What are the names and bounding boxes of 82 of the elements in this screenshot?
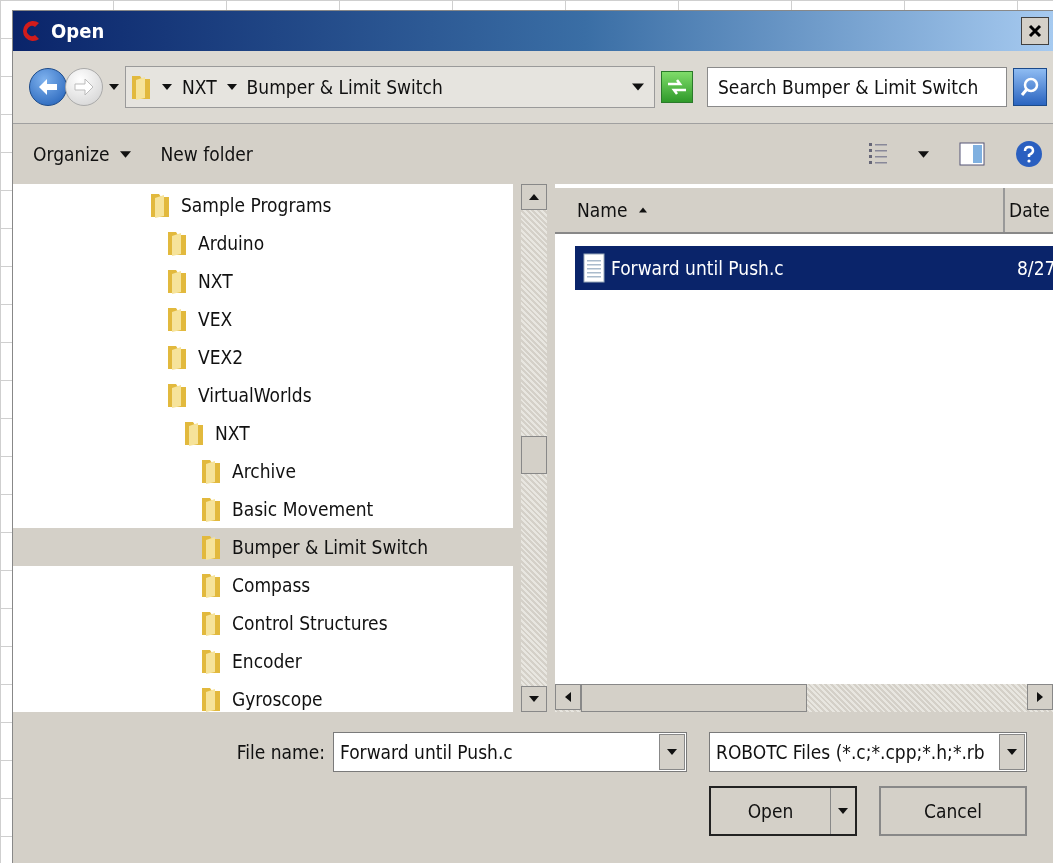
caret-icon: [1007, 747, 1017, 757]
tree-item[interactable]: Gyroscope: [13, 680, 513, 712]
history-button[interactable]: [109, 82, 119, 92]
caret-icon: [918, 148, 929, 160]
folder-icon: [149, 191, 171, 219]
caret-icon: [1035, 692, 1045, 702]
search-button[interactable]: [1013, 68, 1047, 106]
vertical-scrollbar[interactable]: [521, 184, 547, 712]
caret-icon: [119, 148, 131, 160]
tree-item[interactable]: VEX2: [13, 338, 513, 376]
tree-item[interactable]: Compass: [13, 566, 513, 604]
folder-icon: [200, 571, 222, 599]
tree-item[interactable]: Sample Programs: [13, 186, 513, 224]
scroll-thumb[interactable]: [521, 436, 547, 474]
caret-icon: [529, 694, 539, 704]
scroll-down-button[interactable]: [521, 686, 547, 712]
back-arrow-icon: [37, 77, 59, 97]
preview-pane-button[interactable]: [959, 142, 985, 166]
folder-icon: [166, 267, 188, 295]
file-name-label: File name:: [236, 741, 325, 763]
folder-icon: [200, 609, 222, 637]
caret-icon: [162, 82, 172, 92]
tree-item[interactable]: Basic Movement: [13, 490, 513, 528]
dropdown-button[interactable]: [999, 734, 1025, 770]
caret-icon: [632, 81, 644, 93]
toolbar-button[interactable]: New folder: [160, 139, 253, 169]
tree-item[interactable]: VirtualWorlds: [13, 376, 513, 414]
search-icon: [1019, 76, 1041, 98]
scroll-right-button[interactable]: [1027, 684, 1053, 710]
folder-icon: [200, 647, 222, 675]
address-bar[interactable]: NXT Bumper & Limit Switch: [125, 66, 655, 108]
scroll-up-button[interactable]: [521, 184, 547, 210]
close-icon: [1027, 23, 1043, 39]
column-header[interactable]: Date: [1005, 188, 1053, 232]
folder-icon: [200, 533, 222, 561]
document-icon: [583, 253, 605, 283]
scroll-left-button[interactable]: [555, 684, 581, 710]
tree-item[interactable]: Archive: [13, 452, 513, 490]
scroll-thumb[interactable]: [581, 684, 807, 712]
breadcrumb[interactable]: Bumper & Limit Switch: [246, 76, 443, 98]
column-header[interactable]: Name: [555, 188, 1005, 232]
help-button[interactable]: [1015, 140, 1043, 168]
caret-icon: [226, 82, 237, 92]
file-name-field[interactable]: Forward until Push.c: [333, 732, 687, 772]
caret-icon: [563, 692, 573, 702]
tree-item[interactable]: Bumper & Limit Switch: [13, 528, 513, 566]
open-button[interactable]: Open: [709, 786, 857, 836]
view-button[interactable]: [868, 142, 888, 166]
horizontal-scrollbar[interactable]: [555, 684, 1053, 712]
tree-item[interactable]: NXT: [13, 414, 513, 452]
tree-item[interactable]: NXT: [13, 262, 513, 300]
folder-icon: [200, 495, 222, 523]
folder-icon: [200, 685, 222, 712]
breadcrumb[interactable]: NXT: [182, 76, 217, 98]
close-button[interactable]: [1021, 17, 1049, 45]
caret-icon: [838, 806, 848, 816]
caret-icon: [109, 82, 119, 92]
tree-item[interactable]: Encoder: [13, 642, 513, 680]
tree-item[interactable]: Control Structures: [13, 604, 513, 642]
tree-item[interactable]: Arduino: [13, 224, 513, 262]
folder-icon: [200, 457, 222, 485]
refresh-icon: [666, 78, 688, 96]
caret-icon: [529, 192, 539, 202]
view-menu-button[interactable]: [918, 148, 929, 160]
folder-icon: [166, 381, 188, 409]
caret-icon: [639, 206, 648, 214]
search-field[interactable]: Search Bumper & Limit Switch: [707, 67, 1007, 107]
tree-item[interactable]: VEX: [13, 300, 513, 338]
forward-arrow-icon: [73, 77, 95, 97]
refresh-button[interactable]: [661, 71, 693, 103]
window-title: Open: [51, 19, 106, 43]
organize-menu[interactable]: Organize: [33, 139, 131, 169]
cancel-button[interactable]: Cancel: [879, 786, 1027, 836]
folder-icon: [166, 229, 188, 257]
dropdown-button[interactable]: [659, 734, 685, 770]
file-type-dropdown[interactable]: ROBOTC Files (*.c;*.cpp;*.h;*.rb: [709, 732, 1027, 772]
folder-icon: [183, 419, 205, 447]
caret-icon: [667, 747, 677, 757]
folder-icon: [166, 343, 188, 371]
folder-icon: [166, 305, 188, 333]
folder-icon: [130, 73, 152, 101]
back-button[interactable]: [29, 68, 67, 106]
